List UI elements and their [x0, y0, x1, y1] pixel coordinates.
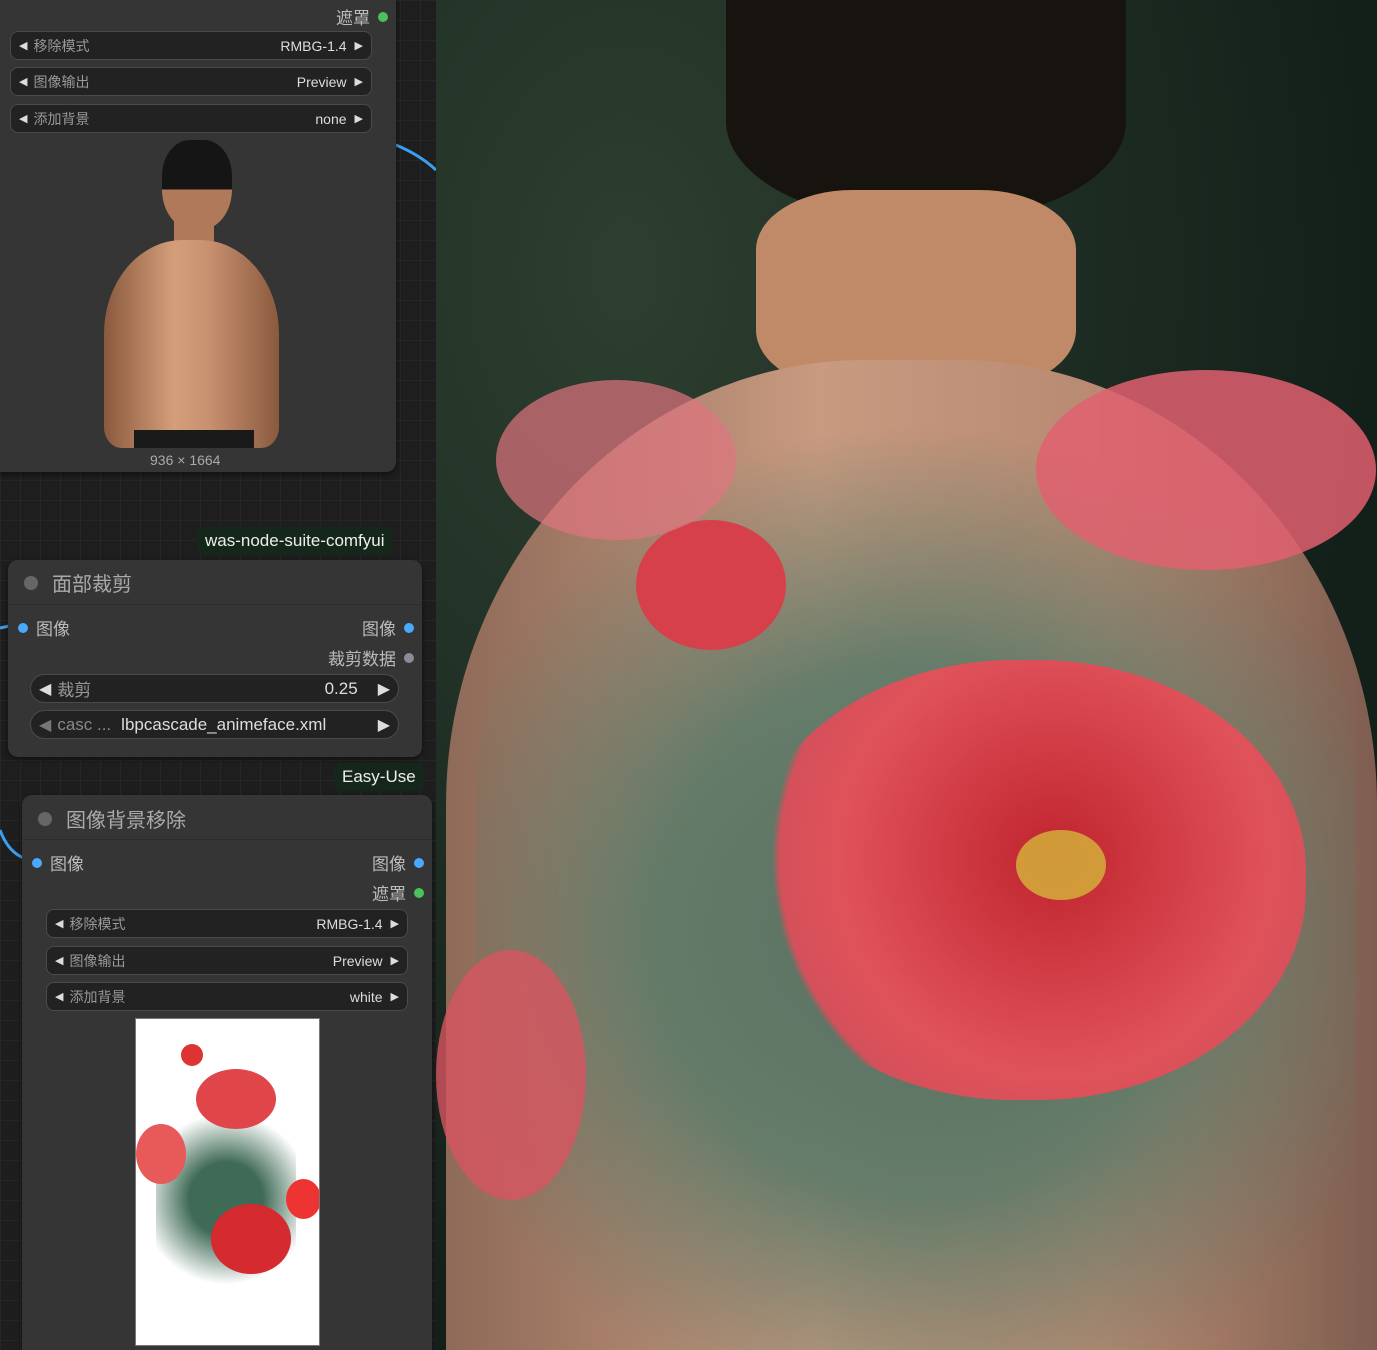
output-mask[interactable]: 遮罩 — [372, 880, 424, 905]
remove-mode-combo[interactable]: ◀ 移除模式 RMBG-1.4 ▶ — [10, 31, 372, 60]
widget-value: Preview — [332, 952, 383, 969]
widget-value: white — [349, 988, 383, 1005]
arrow-right-icon[interactable]: ▶ — [391, 990, 399, 1003]
node-canvas[interactable]: 遮罩 ◀ 移除模式 RMBG-1.4 ▶ ◀ 图像输出 Preview ▶ ◀ 添加背景 non… — [0, 0, 436, 1350]
widget-label: 移除模式 — [69, 915, 126, 932]
input-image[interactable]: 图像 — [18, 615, 70, 640]
arrow-left-icon[interactable]: ◀ — [39, 679, 51, 699]
add-background-combo[interactable]: ◀ 添加背景 none ▶ — [10, 104, 372, 133]
widget-value: Preview — [296, 73, 347, 90]
image-slot-dot[interactable] — [404, 622, 414, 633]
arrow-right-icon[interactable]: ▶ — [355, 112, 363, 125]
slot-label: 图像 — [362, 620, 396, 639]
mask-slot-dot[interactable] — [414, 887, 424, 898]
preview-image-peony — [135, 1018, 320, 1346]
cascade-combo[interactable]: ◀ casc ... lbpcascade_animeface.xml ▶ — [30, 710, 399, 739]
image-slot-dot[interactable] — [32, 857, 42, 868]
image-size-label: 936 × 1664 — [150, 452, 221, 468]
collapse-dot-icon[interactable] — [38, 811, 52, 826]
widget-value: 0.25 — [324, 678, 358, 698]
collapse-dot-icon[interactable] — [24, 575, 38, 590]
node-title[interactable]: 面部裁剪 — [24, 568, 132, 597]
slot-label: 图像 — [372, 855, 406, 874]
preview-image-man — [104, 140, 279, 448]
bg-removal-node-top[interactable]: 遮罩 ◀ 移除模式 RMBG-1.4 ▶ ◀ 图像输出 Preview ▶ ◀ 添加背景 non… — [0, 0, 396, 472]
arrow-right-icon[interactable]: ▶ — [391, 917, 399, 930]
widget-label: casc ... — [57, 714, 112, 734]
face-crop-node[interactable]: 面部裁剪 图像 图像 裁剪数据 ◀ 裁剪 0.25 ▶ ◀ casc ... lbpcas… — [8, 560, 422, 757]
image-slot-dot[interactable] — [414, 857, 424, 868]
arrow-left-icon[interactable]: ◀ — [19, 75, 27, 88]
title-text: 面部裁剪 — [52, 574, 132, 596]
widget-value: RMBG-1.4 — [316, 915, 383, 932]
arrow-right-icon[interactable]: ▶ — [378, 679, 390, 699]
output-image[interactable]: 图像 — [372, 850, 424, 875]
mask-slot-dot[interactable] — [378, 11, 388, 22]
output-image[interactable]: 图像 — [362, 615, 414, 640]
slot-label: 遮罩 — [336, 9, 370, 28]
slot-label: 遮罩 — [372, 885, 406, 904]
widget-value: RMBG-1.4 — [280, 37, 347, 54]
widget-label: 移除模式 — [33, 37, 90, 54]
output-preview-image — [436, 0, 1377, 1350]
arrow-right-icon[interactable]: ▶ — [391, 954, 399, 967]
output-mask[interactable]: 遮罩 — [336, 4, 388, 29]
slot-label: 裁剪数据 — [328, 650, 396, 669]
node-source-badge: was-node-suite-comfyui — [197, 527, 393, 555]
arrow-left-icon[interactable]: ◀ — [55, 954, 63, 967]
widget-value: none — [315, 110, 347, 127]
slot-label: 图像 — [50, 855, 84, 874]
output-crop-data[interactable]: 裁剪数据 — [328, 645, 414, 670]
input-image[interactable]: 图像 — [32, 850, 84, 875]
image-slot-dot[interactable] — [18, 622, 28, 633]
slot-label: 图像 — [36, 620, 70, 639]
image-output-combo[interactable]: ◀ 图像输出 Preview ▶ — [46, 946, 408, 975]
arrow-left-icon[interactable]: ◀ — [55, 917, 63, 930]
node-source-badge: Easy-Use — [334, 763, 424, 791]
crop-padding-number[interactable]: ◀ 裁剪 0.25 ▶ — [30, 674, 399, 703]
widget-label: 裁剪 — [57, 681, 92, 700]
arrow-left-icon[interactable]: ◀ — [19, 112, 27, 125]
arrow-left-icon[interactable]: ◀ — [55, 990, 63, 1003]
arrow-right-icon[interactable]: ▶ — [378, 715, 390, 735]
arrow-right-icon[interactable]: ▶ — [355, 39, 363, 52]
data-slot-dot[interactable] — [404, 652, 414, 663]
widget-label: 添加背景 — [69, 988, 126, 1005]
title-divider — [22, 839, 432, 840]
widget-label: 添加背景 — [33, 110, 90, 127]
image-output-combo[interactable]: ◀ 图像输出 Preview ▶ — [10, 67, 372, 96]
node-title[interactable]: 图像背景移除 — [38, 804, 186, 833]
remove-mode-combo[interactable]: ◀ 移除模式 RMBG-1.4 ▶ — [46, 909, 408, 938]
add-background-combo[interactable]: ◀ 添加背景 white ▶ — [46, 982, 408, 1011]
widget-value: lbpcascade_animeface.xml — [121, 714, 327, 734]
arrow-left-icon[interactable]: ◀ — [19, 39, 27, 52]
widget-label: 图像输出 — [69, 952, 126, 969]
widget-label: 图像输出 — [33, 73, 90, 90]
title-text: 图像背景移除 — [66, 810, 186, 832]
bg-removal-node[interactable]: 图像背景移除 图像 图像 遮罩 ◀ 移除模式 RMBG-1.4 ▶ ◀ 图像输出 Prev… — [22, 795, 432, 1350]
arrow-left-icon[interactable]: ◀ — [39, 715, 51, 735]
arrow-right-icon[interactable]: ▶ — [355, 75, 363, 88]
title-divider — [8, 604, 422, 605]
